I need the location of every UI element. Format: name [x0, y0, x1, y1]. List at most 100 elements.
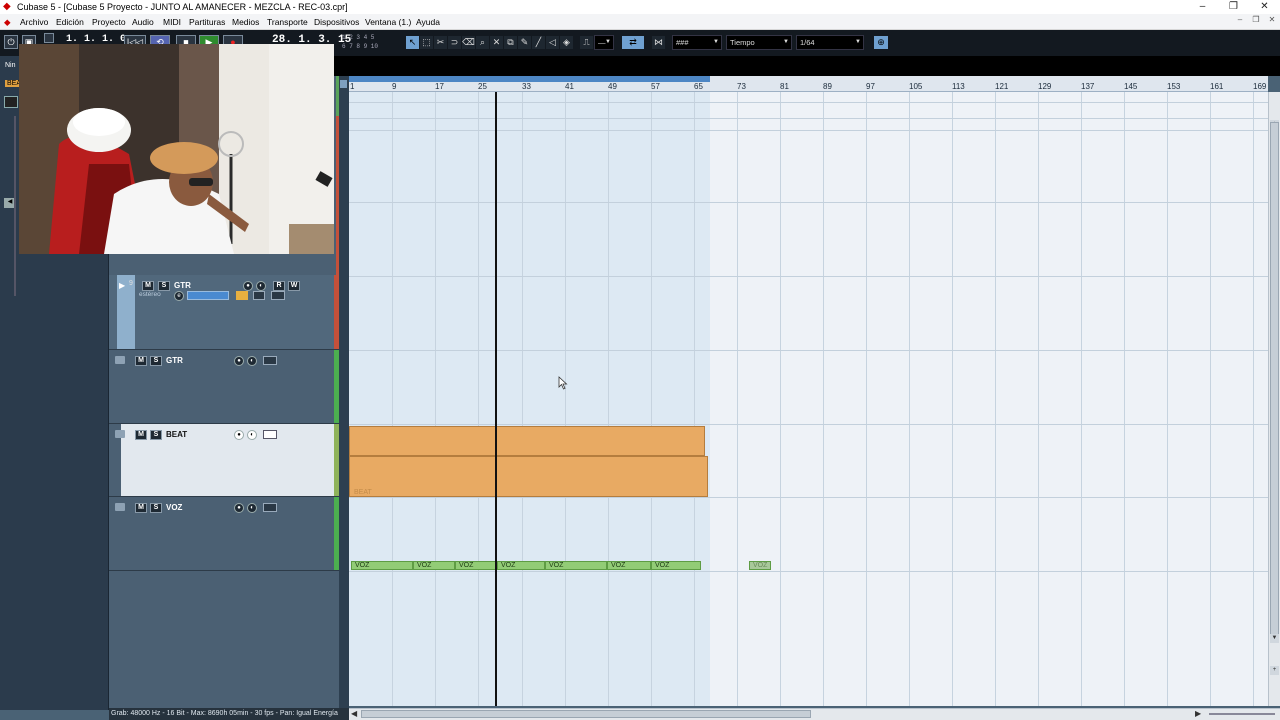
voz-event[interactable]: VOZ: [651, 561, 701, 570]
freeze-icon[interactable]: [271, 291, 285, 300]
glue-tool-icon[interactable]: ⊃: [448, 36, 461, 49]
voz-event[interactable]: VOZ: [351, 561, 413, 570]
grid-type-dropdown[interactable]: ### ▼: [672, 35, 722, 50]
vertical-scrollbar[interactable]: ▲ ▼ +: [1268, 92, 1280, 706]
beat-event-top[interactable]: [349, 426, 705, 456]
zoom-tool-icon[interactable]: ⌕: [476, 36, 489, 49]
monitor-icon[interactable]: ◐: [247, 430, 257, 440]
mute-tool-icon[interactable]: ✕: [490, 36, 503, 49]
track-beat[interactable]: M S BEAT ● ◐: [109, 424, 339, 497]
vertical-scroll-thumb[interactable]: [1270, 122, 1279, 642]
voz-event[interactable]: VOZ: [413, 561, 455, 570]
range-select-tool-icon[interactable]: ⬚: [420, 36, 433, 49]
beat-event-bottom[interactable]: BEAT: [349, 456, 708, 497]
expand-arrow-icon[interactable]: ▶: [119, 281, 125, 290]
snap-toggle-icon[interactable]: ⇄: [622, 36, 644, 49]
quantize-dropdown[interactable]: 1/64 ▼: [796, 35, 864, 50]
color-tool-icon[interactable]: ◈: [560, 36, 573, 49]
snap-mode-icon[interactable]: ⋈: [652, 36, 665, 49]
menu-proyecto[interactable]: Proyecto: [92, 17, 126, 27]
edit-channel-icon[interactable]: e: [174, 291, 184, 301]
nudge-dropdown[interactable]: — ▼: [594, 35, 614, 50]
read-automation-button[interactable]: R: [273, 281, 285, 291]
monitor-icon[interactable]: ◐: [247, 356, 257, 366]
power-icon[interactable]: ⏻: [4, 35, 18, 49]
menu-edicion[interactable]: Edición: [56, 17, 84, 27]
track-list-splitter[interactable]: [339, 76, 349, 708]
folder-icon[interactable]: [253, 291, 265, 300]
mute-button[interactable]: M: [135, 356, 147, 366]
record-enable-icon[interactable]: ●: [243, 281, 253, 291]
solo-button[interactable]: S: [150, 503, 162, 513]
mdi-minimize-button[interactable]: –: [1232, 15, 1248, 24]
menu-dispositivos[interactable]: Dispositivos: [314, 17, 359, 27]
monitor-icon[interactable]: ◐: [256, 281, 266, 291]
mute-button[interactable]: M: [135, 503, 147, 513]
marker-buttons[interactable]: 1 2 3 4 56 7 8 9 10: [342, 33, 398, 53]
mdi-close-button[interactable]: ✕: [1264, 15, 1280, 24]
menu-midi[interactable]: MIDI: [163, 17, 181, 27]
insert-buttons[interactable]: [187, 291, 229, 300]
record-enable-icon[interactable]: ●: [234, 430, 244, 440]
play-tool-icon[interactable]: ◁: [546, 36, 559, 49]
close-button[interactable]: ✕: [1249, 0, 1280, 14]
track-voz[interactable]: M S VOZ ● ◐: [109, 497, 339, 571]
solo-button[interactable]: S: [158, 281, 170, 291]
maximize-button[interactable]: ❐: [1218, 0, 1249, 14]
lane-icon[interactable]: [263, 356, 277, 365]
menu-partituras[interactable]: Partituras: [189, 17, 225, 27]
track-name[interactable]: VOZ: [166, 503, 182, 512]
track-name[interactable]: GTR: [166, 356, 183, 365]
horizontal-zoom-slider[interactable]: [1209, 713, 1275, 715]
line-tool-icon[interactable]: ╱: [532, 36, 545, 49]
record-enable-icon[interactable]: ●: [234, 503, 244, 513]
timeline-ruler[interactable]: 1 9 17 25 33 41 49 57 65 73 81 89 97 105…: [349, 76, 1268, 92]
minimize-button[interactable]: –: [1187, 0, 1218, 14]
mute-button[interactable]: M: [142, 281, 154, 291]
scroll-left-icon[interactable]: ◀: [351, 709, 357, 718]
draw-tool-icon[interactable]: ✎: [518, 36, 531, 49]
mute-button[interactable]: M: [135, 430, 147, 440]
zoom-in-icon[interactable]: +: [1270, 666, 1279, 675]
voz-event[interactable]: VOZ: [497, 561, 545, 570]
write-automation-button[interactable]: W: [288, 281, 300, 291]
voz-event[interactable]: VOZ: [545, 561, 607, 570]
event-display[interactable]: BEAT VOZ VOZ VOZ VOZ VOZ VOZ VOZ VOZ: [349, 92, 1268, 706]
autoscroll-icon[interactable]: ⎍: [580, 36, 593, 49]
time-warp-tool-icon[interactable]: ⧉: [504, 36, 517, 49]
mdi-restore-button[interactable]: ❐: [1248, 15, 1264, 24]
track-gtr-9[interactable]: ▶ 9 M S GTR estéreo ● ◐ R W e: [109, 275, 339, 350]
record-enable-icon[interactable]: ●: [234, 356, 244, 366]
scroll-down-icon[interactable]: ▼: [1270, 634, 1279, 643]
track-name[interactable]: BEAT: [166, 430, 187, 439]
horizontal-scroll-thumb[interactable]: [361, 710, 811, 718]
snap-type-dropdown[interactable]: Tiempo ▼: [726, 35, 792, 50]
menu-medios[interactable]: Medios: [232, 17, 259, 27]
inspector-button[interactable]: [4, 96, 18, 108]
project-cursor[interactable]: [495, 92, 497, 706]
menu-audio[interactable]: Audio: [132, 17, 154, 27]
solo-button[interactable]: S: [150, 430, 162, 440]
voz-event[interactable]: VOZ: [607, 561, 651, 570]
voz-ghost-event[interactable]: VOZ: [749, 561, 771, 570]
splitter-handle-icon[interactable]: [340, 80, 347, 88]
split-tool-icon[interactable]: ✂: [434, 36, 447, 49]
track-gtr[interactable]: M S GTR ● ◐: [109, 350, 339, 424]
inspector-toggle-icon[interactable]: [44, 33, 54, 43]
menu-ayuda[interactable]: Ayuda: [416, 17, 440, 27]
lane-icon[interactable]: [263, 430, 277, 439]
solo-button[interactable]: S: [150, 356, 162, 366]
scroll-right-icon[interactable]: ▶: [1195, 709, 1201, 718]
lane-icon[interactable]: [236, 291, 248, 300]
object-select-tool-icon[interactable]: ↖: [406, 36, 419, 49]
monitor-icon[interactable]: ◐: [247, 503, 257, 513]
horizontal-scrollbar[interactable]: ◀ ▶: [349, 708, 1280, 720]
menu-transporte[interactable]: Transporte: [267, 17, 308, 27]
menu-archivo[interactable]: Archivo: [20, 17, 48, 27]
voz-event[interactable]: VOZ: [455, 561, 497, 570]
lane-icon[interactable]: [263, 503, 277, 512]
erase-tool-icon[interactable]: ⌫: [462, 36, 475, 49]
track-name[interactable]: GTR: [174, 281, 191, 290]
color-picker-icon[interactable]: ⊕: [874, 36, 888, 49]
menu-ventana[interactable]: Ventana (1.): [365, 17, 411, 27]
